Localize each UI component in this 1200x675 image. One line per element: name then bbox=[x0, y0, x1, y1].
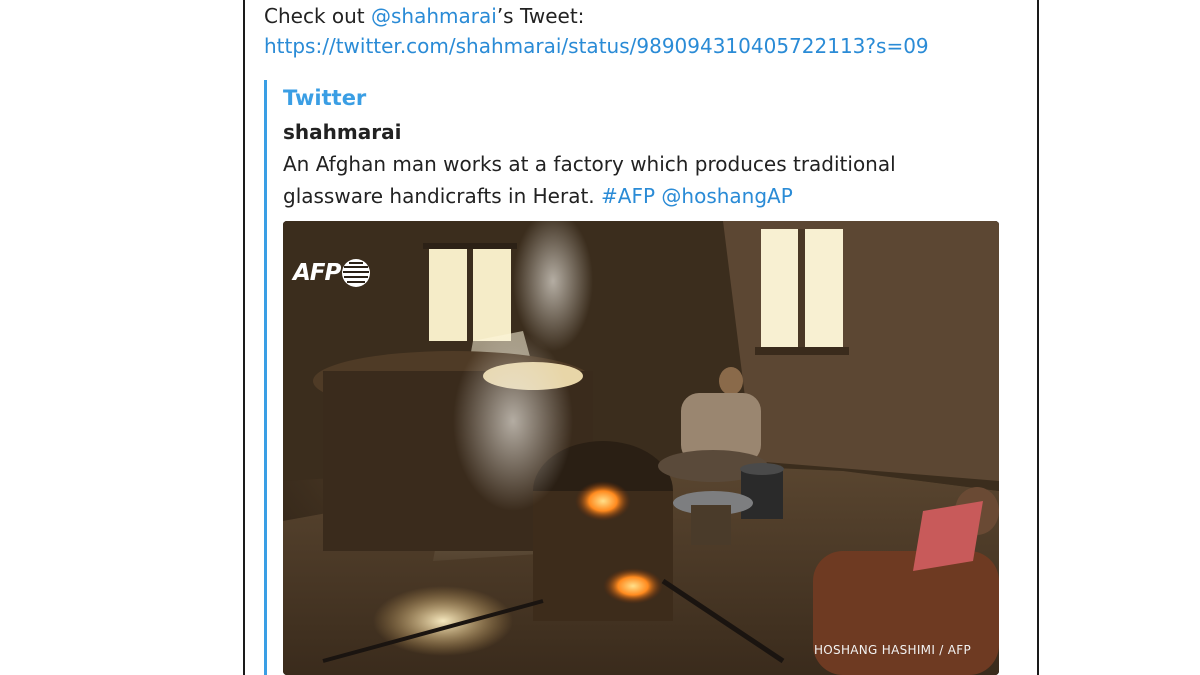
link-preview[interactable]: Twitter shahmarai An Afghan man works at… bbox=[264, 80, 1004, 675]
description-text: An Afghan man works at a factory which p… bbox=[283, 152, 896, 208]
afp-globe-icon bbox=[342, 259, 371, 287]
afp-watermark-text: AFP bbox=[293, 260, 341, 286]
window-border-left bbox=[243, 0, 245, 675]
window-border-right bbox=[1037, 0, 1039, 675]
mention-link[interactable]: @shahmarai bbox=[371, 4, 497, 28]
handle-link[interactable]: @hoshangAP bbox=[661, 184, 792, 208]
preview-photo[interactable]: AFP HOSHANG HASHIMI / AFP bbox=[283, 221, 999, 675]
tweet-url-link[interactable]: https://twitter.com/shahmarai/status/989… bbox=[264, 34, 929, 58]
preview-accent-bar bbox=[264, 80, 267, 675]
preview-title: shahmarai bbox=[283, 120, 402, 144]
photo-image bbox=[283, 221, 999, 675]
preview-site-name: Twitter bbox=[283, 86, 367, 110]
preview-description: An Afghan man works at a factory which p… bbox=[283, 148, 983, 212]
photo-credit: HOSHANG HASHIMI / AFP bbox=[813, 643, 971, 657]
message-suffix: ’s Tweet: bbox=[496, 4, 585, 28]
chat-window: Check out @shahmarai’s Tweet: https://tw… bbox=[0, 0, 1200, 675]
afp-watermark: AFP bbox=[293, 257, 372, 289]
message-text-line: Check out @shahmarai’s Tweet: bbox=[264, 0, 584, 33]
message-url-line: https://twitter.com/shahmarai/status/989… bbox=[264, 30, 929, 63]
hashtag-link[interactable]: #AFP bbox=[601, 184, 655, 208]
message-prefix: Check out bbox=[264, 4, 371, 28]
